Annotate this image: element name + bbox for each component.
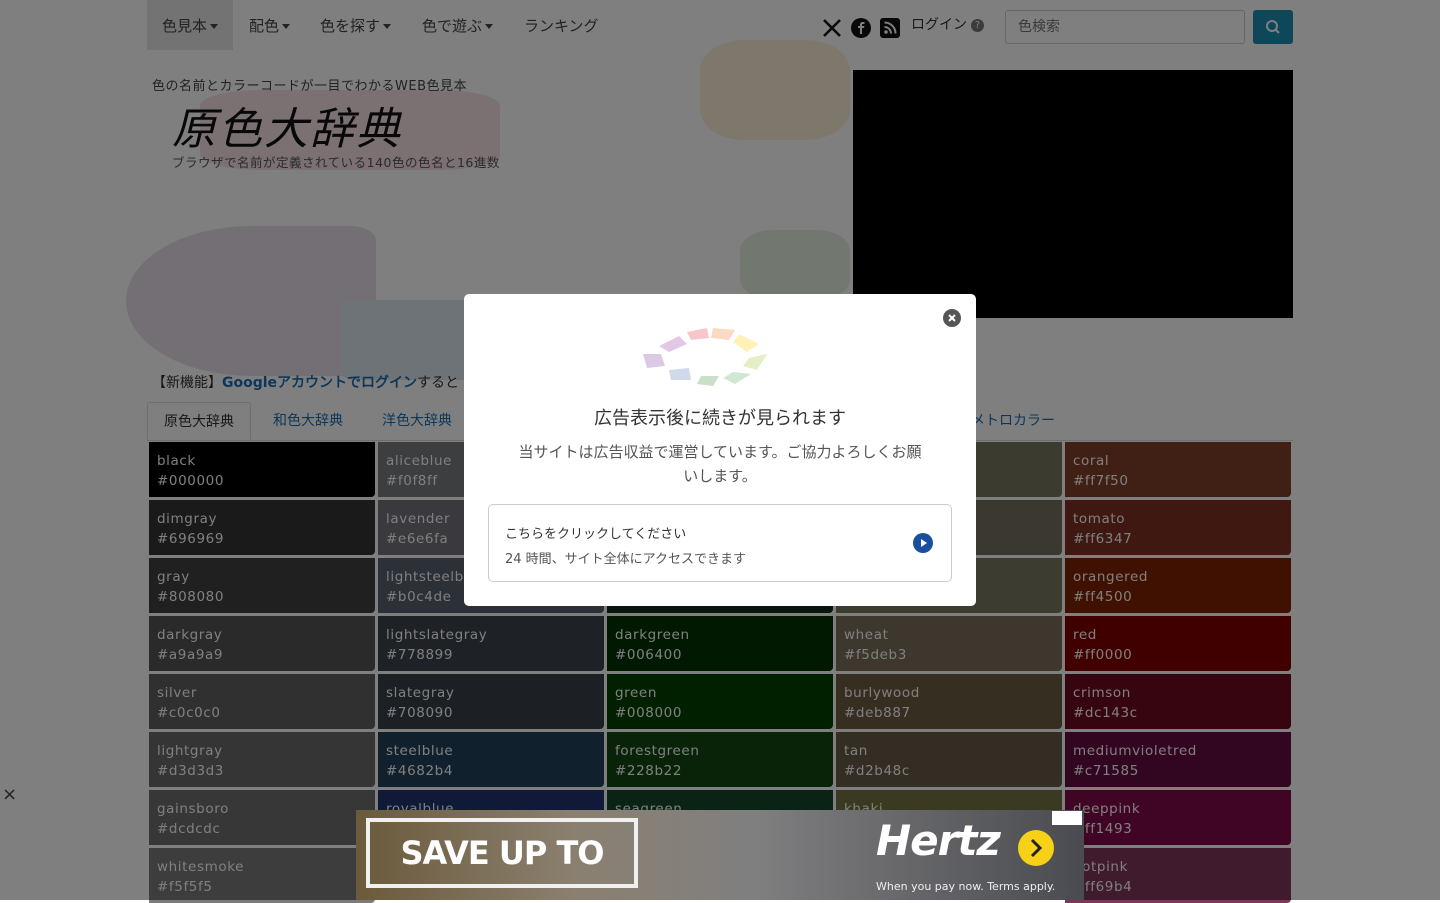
option-title: こちらをクリックしてください [505,527,687,542]
ad-fineprint: When you pay now. Terms apply. [876,880,1056,893]
play-arrow-icon[interactable] [913,533,933,553]
view-ad-option[interactable]: こちらをクリックしてください 24 時間、サイト全体にアクセスできます [488,504,952,582]
option-subtitle: 24 時間、サイト全体にアクセスできます [505,552,747,567]
chevron-right-icon[interactable] [1018,830,1054,866]
close-ad-icon[interactable]: × [2,784,17,805]
ad-info-icon[interactable] [1052,811,1082,825]
bottom-banner-ad[interactable]: SAVE UP TO 25% Hertz When you pay now. T… [356,810,1084,900]
close-icon[interactable] [943,309,961,327]
color-wheel-logo [643,328,767,386]
ad-brand-logo: Hertz [876,816,1001,865]
ad-headline: SAVE UP TO 25% [366,818,638,900]
ad-gate-modal: 広告表示後に続きが見られます 当サイトは広告収益で運営しています。ご協力よろしく… [464,294,976,606]
modal-title: 広告表示後に続きが見られます [594,408,846,429]
page-root: 色見本 配色 色を探す 色で遊ぶ ランキング ログイン? 色の名前とカラーコード… [0,0,1440,903]
modal-description: 当サイトは広告収益で運営しています。ご協力よろしくお願いします。 [518,443,922,485]
